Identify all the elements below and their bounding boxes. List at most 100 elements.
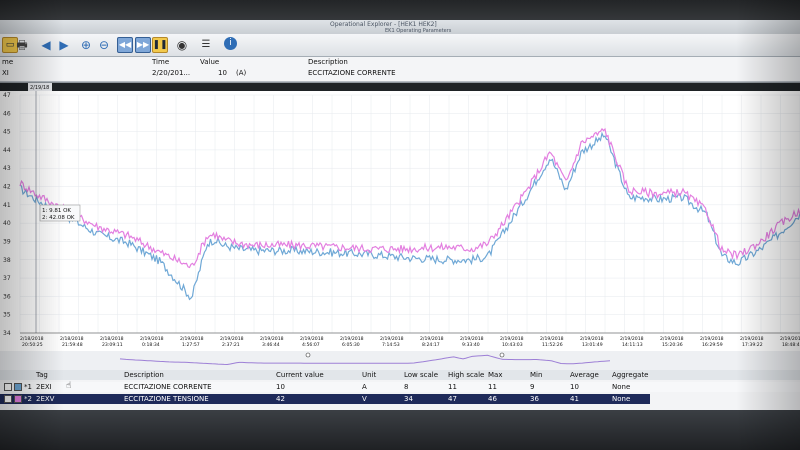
header-row-time: 2/20/201...: [152, 69, 191, 77]
x-tick-time: 17:39:22: [742, 342, 763, 348]
row-color-swatch[interactable]: [14, 383, 22, 391]
header-col-description: Description: [308, 58, 348, 66]
trend-chart-svg[interactable]: 4746454443424140393837363534 2/18/201820…: [0, 83, 800, 375]
x-tick-time: 10:43:03: [502, 342, 523, 348]
pointer-hand-icon: ☝: [66, 381, 72, 391]
window-titlebar: Operational Explorer - [HEK1 HEK2] EK1 O…: [0, 20, 800, 35]
row-index: *1: [24, 383, 32, 391]
row-aggregate: None: [612, 395, 631, 403]
x-tick-time: 0:18:34: [142, 342, 160, 348]
th-unit: Unit: [362, 371, 377, 379]
y-tick-label: 41: [3, 202, 11, 209]
eye-icon[interactable]: ◉: [174, 37, 190, 53]
table-row-selected[interactable]: *2 2EXV ECCITAZIONE TENSIONE 42 V 34 47 …: [0, 394, 650, 404]
th-description: Description: [124, 371, 164, 379]
chart-top-strip: [0, 83, 800, 91]
y-tick-label: 38: [3, 257, 11, 264]
row-avg: 10: [570, 383, 579, 391]
x-tick-date: 2/18/2018: [100, 336, 124, 342]
x-tick-time: 21:59:48: [62, 342, 83, 348]
screen: Operational Explorer - [HEK1 HEK2] EK1 O…: [0, 0, 800, 450]
y-tick-label: 45: [3, 129, 11, 136]
pause-icon[interactable]: ❚❚: [152, 37, 168, 53]
header-row-description: ECCITAZIONE CORRENTE: [308, 69, 396, 77]
x-tick-time: 20:50:25: [22, 342, 43, 348]
window-title: Operational Explorer - [HEK1 HEK2]: [330, 21, 437, 28]
row-min: 36: [530, 395, 539, 403]
y-tick-label: 44: [3, 147, 11, 154]
fast-forward-icon[interactable]: ▶▶: [135, 37, 151, 53]
table-header-row: Tag Description Current value Unit Low s…: [0, 370, 800, 380]
x-tick-time: 8:24:17: [422, 342, 440, 348]
th-low: Low scale: [404, 371, 439, 379]
print-icon[interactable]: 🖶: [14, 37, 30, 53]
x-tick-date: 2/19/2018: [740, 336, 764, 342]
rewind-icon[interactable]: ◀◀: [117, 37, 133, 53]
x-tick-date: 2/19/2018: [780, 336, 800, 342]
x-tick-date: 2/19/2018: [700, 336, 724, 342]
x-tick-date: 2/18/2018: [60, 336, 84, 342]
x-tick-date: 2/19/2018: [380, 336, 404, 342]
row-avg: 41: [570, 395, 579, 403]
x-tick-time: 14:11:13: [622, 342, 643, 348]
y-tick-label: 40: [3, 220, 11, 227]
row-high: 11: [448, 383, 457, 391]
row-current: 42: [276, 395, 285, 403]
th-min: Min: [530, 371, 543, 379]
y-tick-label: 42: [3, 184, 11, 191]
x-tick-time: 13:01:49: [582, 342, 603, 348]
legend-entry-2: 2: 42.08 OK: [42, 215, 75, 221]
row-current: 10: [276, 383, 285, 391]
x-tick-date: 2/19/2018: [660, 336, 684, 342]
x-tick-time: 15:20:36: [662, 342, 683, 348]
x-tick-time: 1:27:57: [182, 342, 200, 348]
zoom-in-icon[interactable]: ⊕: [78, 37, 94, 53]
x-tick-date: 2/19/2018: [340, 336, 364, 342]
row-visible-checkbox[interactable]: [4, 383, 12, 391]
x-tick-date: 2/19/2018: [140, 336, 164, 342]
y-tick-label: 37: [3, 275, 11, 282]
x-tick-time: 16:29:59: [702, 342, 723, 348]
x-tick-time: 9:33:40: [462, 342, 480, 348]
x-tick-time: 2:37:21: [222, 342, 240, 348]
y-tick-label: 46: [3, 110, 11, 117]
th-max: Max: [488, 371, 503, 379]
list-icon[interactable]: ☰: [198, 37, 214, 53]
table-row[interactable]: *1 2EXI ☝ ECCITAZIONE CORRENTE 10 A 8 11…: [0, 381, 800, 392]
info-icon[interactable]: i: [224, 37, 237, 50]
row-color-swatch[interactable]: [14, 395, 22, 403]
overview-handle-right[interactable]: [499, 352, 505, 358]
x-tick-time: 3:46:44: [262, 342, 280, 348]
th-tag: Tag: [36, 371, 48, 379]
th-aggregate: Aggregate: [612, 371, 649, 379]
x-tick-date: 2/19/2018: [580, 336, 604, 342]
row-unit: V: [362, 395, 367, 403]
zoom-out-icon[interactable]: ⊖: [96, 37, 112, 53]
tag-table: Tag Description Current value Unit Low s…: [0, 370, 800, 450]
x-tick-date: 2/18/2018: [20, 336, 44, 342]
x-tick-time: 23:09:11: [102, 342, 123, 348]
row-description: ECCITAZIONE CORRENTE: [124, 383, 212, 391]
header-row-value: 10: [218, 69, 227, 77]
x-tick-time: 6:05:30: [342, 342, 360, 348]
y-tick-label: 35: [3, 312, 11, 319]
x-tick-date: 2/19/2018: [180, 336, 204, 342]
cursor-time-label: 2/19/18: [30, 85, 49, 91]
x-tick-date: 2/19/2018: [500, 336, 524, 342]
x-tick-date: 2/19/2018: [420, 336, 444, 342]
overview-handle-left[interactable]: [305, 352, 311, 358]
th-current: Current value: [276, 371, 324, 379]
y-tick-label: 34: [3, 330, 11, 337]
x-tick-date: 2/19/2018: [620, 336, 644, 342]
arrow-left-icon[interactable]: ◀: [38, 37, 54, 53]
th-avg: Average: [570, 371, 599, 379]
row-visible-checkbox[interactable]: [4, 395, 12, 403]
header-col-name: me: [2, 58, 14, 66]
trend-chart[interactable]: 47 46 45 44 43 42 41 40 39 38 37 36 35 34 2/18/2018 20…: [0, 82, 800, 375]
arrow-right-icon[interactable]: ▶: [56, 37, 72, 53]
row-unit: A: [362, 383, 367, 391]
y-tick-label: 39: [3, 238, 11, 245]
overview-strip[interactable]: [0, 351, 800, 371]
row-description: ECCITAZIONE TENSIONE: [124, 395, 209, 403]
y-tick-label: 43: [3, 165, 11, 172]
